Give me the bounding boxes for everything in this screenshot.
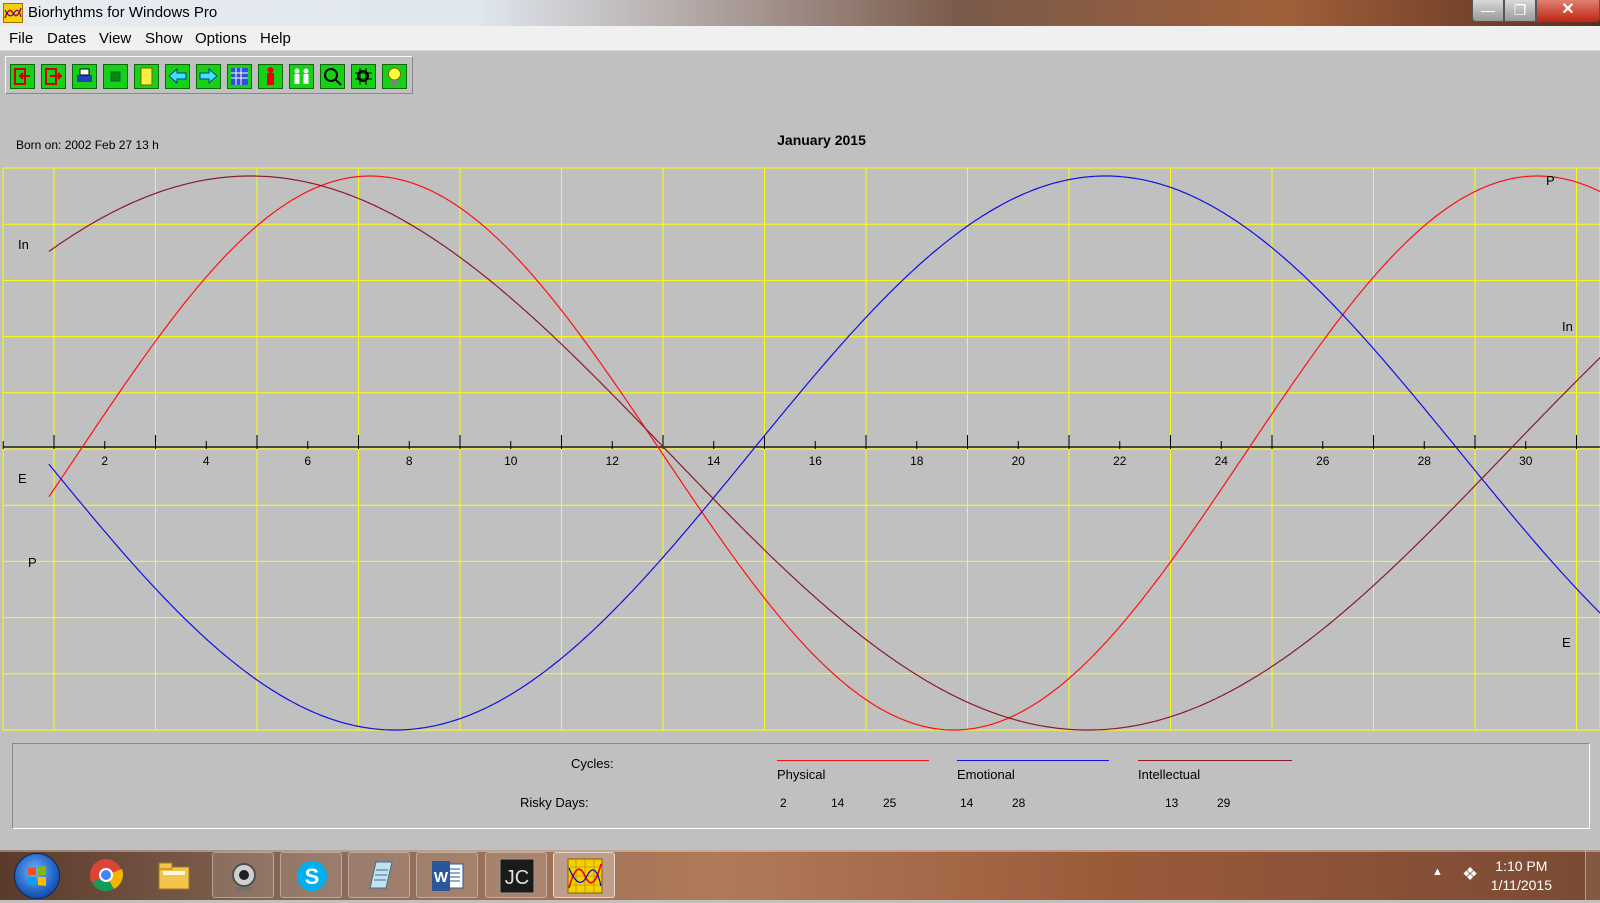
curve-label: E [1562,635,1571,650]
menu-dates[interactable]: Dates [47,30,86,47]
maximize-button[interactable]: ❐ [1504,0,1536,22]
person-icon[interactable] [258,64,283,89]
curve-label: In [1562,319,1573,334]
x-tick-label: 18 [910,454,924,468]
show-desktop-button[interactable] [1585,850,1600,900]
tip-icon[interactable] [382,64,407,89]
minimize-button[interactable]: — [1472,0,1504,22]
word-icon[interactable]: W [416,852,478,898]
notepad-icon[interactable] [348,852,410,898]
notes-icon[interactable] [134,64,159,89]
calendar-icon[interactable] [227,64,252,89]
chrome-icon[interactable] [75,852,137,898]
menu-bar: File Dates View Show Options Help [0,26,1600,51]
physical-risky-day: 14 [831,796,845,810]
risky-days-label: Risky Days: [520,795,589,810]
curve-label: P [1546,173,1555,188]
x-tick-label: 26 [1316,454,1330,468]
export-icon[interactable] [41,64,66,89]
biorhythms-app-icon[interactable] [553,852,615,898]
intellectual-risky-day: 29 [1217,796,1231,810]
intellectual-legend-line [1138,760,1292,761]
clock[interactable]: 1:10 PM 1/11/2015 [1491,857,1552,895]
menu-show[interactable]: Show [145,30,183,47]
svg-text:JC: JC [505,867,529,889]
chart-svg: 2 4 6 8 10 12 14 16 18 20 22 24 26 28 30InEPPInE [2,167,1600,731]
x-tick-label: 16 [809,454,823,468]
x-tick-label: 6 [304,454,311,468]
x-tick-label: 14 [707,454,721,468]
webcam-icon[interactable] [212,852,274,898]
svg-text:S: S [305,864,320,889]
show-hidden-icons-icon[interactable]: ▲ [1432,866,1443,878]
chart-title: January 2015 [777,132,866,148]
menu-help[interactable]: Help [260,30,291,47]
x-tick-label: 28 [1418,454,1432,468]
intellectual-legend-label: Intellectual [1138,767,1201,782]
skype-icon[interactable]: S [280,852,342,898]
menu-file[interactable]: File [9,30,33,47]
x-tick-label: 8 [406,454,413,468]
cycles-label: Cycles: [571,756,614,771]
curve-label: In [18,237,29,252]
x-tick-label: 12 [606,454,620,468]
close-button[interactable]: ✕ [1536,0,1600,22]
emotional-risky-day: 28 [1012,796,1026,810]
taskbar: S W JC ▲ ❖ 1:10 PM 1/11/2015 [0,850,1600,900]
x-tick-label: 10 [504,454,518,468]
menu-options[interactable]: Options [195,30,247,47]
system-tray: ▲ ❖ 1:10 PM 1/11/2015 [1400,850,1600,900]
emotional-legend-line [957,760,1109,761]
x-tick-label: 4 [203,454,210,468]
physical-legend-line [777,760,929,761]
windows-start-icon[interactable] [14,853,60,899]
physical-risky-day: 25 [883,796,897,810]
biorhythms-app-icon[interactable] [3,3,23,23]
window-title: Biorhythms for Windows Pro [28,4,218,21]
legend-panel: Cycles: Risky Days: Physical 2 14 25 Emo… [12,743,1590,829]
zoom-icon[interactable] [103,64,128,89]
menu-view[interactable]: View [99,30,131,47]
prev-arrow-icon[interactable] [165,64,190,89]
open-icon[interactable] [10,64,35,89]
jc-app-icon[interactable]: JC [485,852,547,898]
biorhythm-chart: 2 4 6 8 10 12 14 16 18 20 22 24 26 28 30 In E P P In E [0,160,1600,740]
x-tick-label: 22 [1113,454,1127,468]
find-date-icon[interactable] [351,64,376,89]
toolbar [5,56,413,94]
emotional-legend-label: Emotional [957,767,1015,782]
x-tick-label: 24 [1215,454,1229,468]
emotional-risky-day: 14 [960,796,974,810]
intellectual-risky-day: 13 [1165,796,1179,810]
physical-legend-label: Physical [777,767,826,782]
x-tick-label: 2 [101,454,108,468]
search-icon[interactable] [320,64,345,89]
print-icon[interactable] [72,64,97,89]
svg-text:W: W [434,869,449,886]
curve-label: P [28,555,37,570]
clock-date: 1/11/2015 [1490,877,1552,893]
x-tick-label: 20 [1012,454,1026,468]
curve-label: E [18,471,27,486]
next-arrow-icon[interactable] [196,64,221,89]
physical-risky-day: 2 [780,796,787,810]
title-bar: Biorhythms for Windows Pro — ❐ ✕ [0,0,1600,26]
file-explorer-icon[interactable] [143,852,205,898]
dropbox-icon[interactable]: ❖ [1462,864,1478,885]
clock-time: 1:10 PM [1495,858,1548,874]
compare-people-icon[interactable] [289,64,314,89]
x-tick-label: 30 [1519,454,1533,468]
